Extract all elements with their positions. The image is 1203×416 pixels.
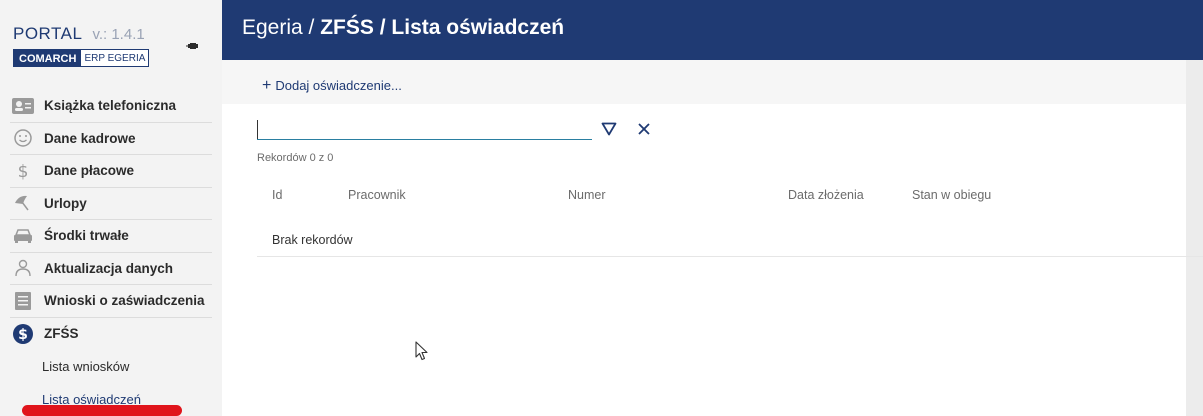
car-icon <box>12 225 34 247</box>
dollar-icon: $ <box>12 160 34 182</box>
table-divider <box>257 256 1203 257</box>
brand-version: v.: 1.4.1 <box>92 26 145 43</box>
column-header-workflow-status[interactable]: Stan w obiegu <box>912 188 991 202</box>
sidebar-item-zfss[interactable]: $ ZFŚS <box>10 318 212 351</box>
plus-icon: + <box>262 77 272 94</box>
logo-comarch: COMARCH <box>14 50 82 66</box>
sidebar-nav: Książka telefoniczna Dane kadrowe $ Dane… <box>10 90 212 416</box>
annotation-highlight-sidebar <box>22 405 182 416</box>
sidebar-subitem-label: Lista wniosków <box>42 359 130 374</box>
add-declaration-button[interactable]: + Dodaj oświadczenie... <box>262 77 402 94</box>
logo-erp-egeria: ERP EGERIA <box>81 50 149 66</box>
sidebar-item-label: Aktualizacja danych <box>44 260 174 276</box>
filter-icon[interactable] <box>601 122 617 136</box>
breadcrumb-section[interactable]: ZFŚS <box>320 16 374 39</box>
svg-text:$: $ <box>18 327 28 343</box>
mouse-cursor-icon <box>415 341 428 361</box>
toolbar: + Dodaj oświadczenie... <box>222 60 1203 104</box>
sidebar-subitem-applications-list[interactable]: Lista wniosków <box>10 350 212 383</box>
svg-text:$: $ <box>18 162 29 180</box>
document-icon <box>12 290 34 312</box>
vertical-scrollbar[interactable] <box>1186 60 1203 416</box>
person-icon <box>12 257 34 279</box>
sidebar-item-leave[interactable]: Urlopy <box>10 188 212 220</box>
records-count: Rekordów 0 z 0 <box>257 152 334 164</box>
search-input[interactable] <box>257 120 592 139</box>
sidebar-item-fixed-assets[interactable]: Środki trwałe <box>10 220 212 253</box>
breadcrumb-separator: / <box>373 16 392 39</box>
brand: PORTAL v.: 1.4.1 <box>13 24 145 44</box>
sidebar: PORTAL v.: 1.4.1 COMARCH ERP EGERIA Książ… <box>0 0 222 416</box>
sidebar-item-payroll[interactable]: $ Dane płacowe <box>10 155 212 188</box>
breadcrumb: Egeria / ZFŚS / Lista oświadczeń <box>242 16 564 40</box>
sidebar-item-label: Środki trwałe <box>44 228 129 244</box>
face-icon <box>12 127 34 149</box>
sidebar-item-label: ZFŚS <box>44 326 79 342</box>
sidebar-item-label: Urlopy <box>44 195 87 211</box>
add-declaration-label: Dodaj oświadczenie... <box>275 78 402 93</box>
page-header: Egeria / ZFŚS / Lista oświadczeń <box>222 0 1203 60</box>
close-icon[interactable] <box>637 122 651 136</box>
sidebar-item-label: Książka telefoniczna <box>44 98 177 114</box>
umbrella-icon <box>12 192 34 214</box>
column-header-submission-date[interactable]: Data złożenia <box>788 188 864 202</box>
sidebar-item-label: Wnioski o zaświadczenia <box>44 293 205 309</box>
sidebar-item-hr-data[interactable]: Dane kadrowe <box>10 123 212 155</box>
pin-icon[interactable] <box>186 40 200 54</box>
sidebar-item-label: Dane kadrowe <box>44 130 136 146</box>
column-header-id[interactable]: Id <box>272 188 282 202</box>
brand-portal: PORTAL <box>13 24 83 43</box>
comarch-logo: COMARCH ERP EGERIA <box>13 49 150 67</box>
contact-card-icon <box>12 95 34 117</box>
empty-table-message: Brak rekordów <box>272 233 353 247</box>
dollar-circle-icon: $ <box>12 323 34 345</box>
column-header-employee[interactable]: Pracownik <box>348 188 406 202</box>
sidebar-item-label: Dane płacowe <box>44 163 135 179</box>
search-field <box>257 120 592 140</box>
breadcrumb-root[interactable]: Egeria / <box>242 16 320 39</box>
column-header-number[interactable]: Numer <box>568 188 606 202</box>
sidebar-item-phonebook[interactable]: Książka telefoniczna <box>10 90 212 123</box>
sidebar-item-certificates[interactable]: Wnioski o zaświadczenia <box>10 285 212 318</box>
page-title: Lista oświadczeń <box>391 16 565 39</box>
sidebar-item-data-update[interactable]: Aktualizacja danych <box>10 253 212 285</box>
